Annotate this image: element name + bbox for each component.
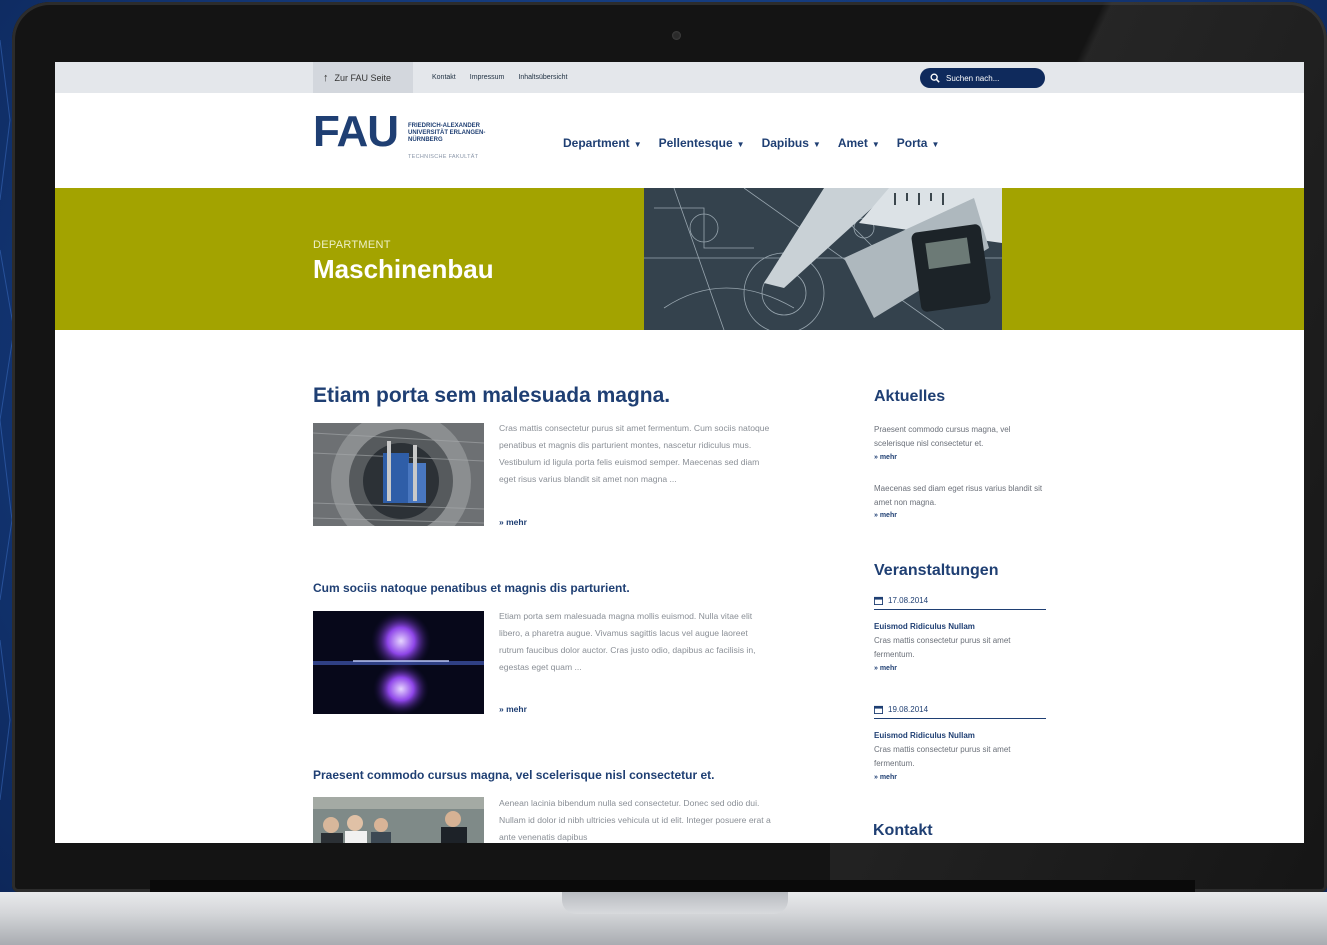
arrow-up-icon: ↑ (323, 71, 329, 84)
article-2-title[interactable]: Cum sociis natoque penatibus et magnis d… (313, 581, 630, 595)
fau-home-link[interactable]: ↑ Zur FAU Seite (313, 62, 413, 93)
featured-article-more-link[interactable]: » mehr (499, 517, 527, 527)
logo-faculty: TECHNISCHE FAKULTÄT (408, 154, 479, 160)
events-heading: Veranstaltungen (874, 562, 999, 579)
link-impressum[interactable]: Impressum (470, 74, 505, 81)
article-3-image[interactable] (313, 797, 484, 843)
search-icon (930, 73, 940, 83)
caret-down-icon: ▼ (812, 140, 821, 149)
utility-links: Kontakt Impressum Inhaltsübersicht (432, 62, 567, 93)
hero-image-caliper (644, 188, 1002, 330)
event-2-more-link[interactable]: » mehr (874, 774, 897, 781)
utility-bar: ↑ Zur FAU Seite Kontakt Impressum Inhalt… (55, 62, 1304, 93)
webcam (672, 31, 681, 40)
article-2-teaser: Etiam porta sem malesuada magna mollis e… (499, 611, 756, 672)
laptop-screen: ↑ Zur FAU Seite Kontakt Impressum Inhalt… (55, 62, 1304, 843)
featured-article-title[interactable]: Etiam porta sem malesuada magna. (313, 384, 670, 408)
featured-article-image[interactable] (313, 423, 484, 526)
nav-label: Dapibus (761, 136, 809, 150)
event-2-desc: Cras mattis consectetur purus sit amet f… (874, 745, 1011, 768)
caret-down-icon: ▼ (633, 140, 642, 149)
event-2-date-text: 19.08.2014 (888, 705, 929, 714)
event-1-title[interactable]: Euismod Ridiculus Nullam (874, 622, 975, 631)
news-item-1-text: Praesent commodo cursus magna, vel scele… (874, 425, 1011, 448)
link-kontakt[interactable]: Kontakt (432, 74, 456, 81)
hero-title: Maschinenbau (313, 254, 494, 284)
search-input[interactable]: Suchen nach... (920, 68, 1045, 88)
event-1-more-link[interactable]: » mehr (874, 665, 897, 672)
fau-logo[interactable]: FAU FRIEDRICH-ALEXANDER UNIVERSITÄT ERLA… (313, 110, 513, 166)
laptop-base-notch (562, 892, 788, 914)
news-item-2-more-link[interactable]: » mehr (874, 512, 897, 519)
featured-article-teaser: Cras mattis consectetur purus sit amet f… (499, 423, 770, 484)
article-2-more-link[interactable]: » mehr (499, 704, 527, 714)
caret-down-icon: ▼ (871, 140, 880, 149)
nav-item-porta[interactable]: Porta ▼ (897, 136, 940, 150)
caret-down-icon: ▼ (736, 140, 745, 149)
event-2-title[interactable]: Euismod Ridiculus Nullam (874, 731, 975, 740)
laptop-hinge (150, 880, 1195, 892)
contact-heading: Kontakt (873, 822, 933, 839)
nav-item-amet[interactable]: Amet ▼ (838, 136, 880, 150)
calendar-icon (874, 705, 883, 714)
event-2-date: 19.08.2014 (874, 705, 1046, 719)
event-1-desc: Cras mattis consectetur purus sit amet f… (874, 636, 1011, 659)
nav-item-department[interactable]: Department ▼ (563, 136, 642, 150)
nav-item-pellentesque[interactable]: Pellentesque ▼ (659, 136, 745, 150)
nav-label: Amet (837, 136, 868, 150)
caret-down-icon: ▼ (931, 140, 940, 149)
main-nav: Department ▼ Pellentesque ▼ Dapibus ▼ Amet ▼… (563, 136, 939, 150)
event-1-date-text: 17.08.2014 (888, 596, 929, 605)
hero-kicker: DEPARTMENT (313, 239, 391, 251)
search-placeholder: Suchen nach... (946, 73, 1000, 83)
hero-banner: DEPARTMENT Maschinenbau (55, 188, 1304, 330)
article-3-teaser: Aenean lacinia bibendum nulla sed consec… (499, 798, 771, 842)
calendar-icon (874, 596, 883, 605)
article-2-image[interactable] (313, 611, 484, 714)
link-inhaltsuebersicht[interactable]: Inhaltsübersicht (518, 74, 567, 81)
logo-wordmark: FAU (313, 107, 399, 156)
nav-label: Department (563, 136, 630, 150)
nav-item-dapibus[interactable]: Dapibus ▼ (762, 136, 821, 150)
nav-label: Pellentesque (658, 136, 733, 150)
news-item-1-more-link[interactable]: » mehr (874, 454, 897, 461)
article-3-title[interactable]: Praesent commodo cursus magna, vel scele… (313, 768, 714, 782)
nav-label: Porta (896, 136, 928, 150)
news-item-2-text: Maecenas sed diam eget risus varius blan… (874, 484, 1043, 507)
logo-subtitle: FRIEDRICH-ALEXANDER UNIVERSITÄT ERLANGEN… (408, 123, 486, 143)
news-heading: Aktuelles (874, 388, 946, 405)
fau-home-label: Zur FAU Seite (334, 72, 392, 83)
event-1-date: 17.08.2014 (874, 596, 1046, 610)
